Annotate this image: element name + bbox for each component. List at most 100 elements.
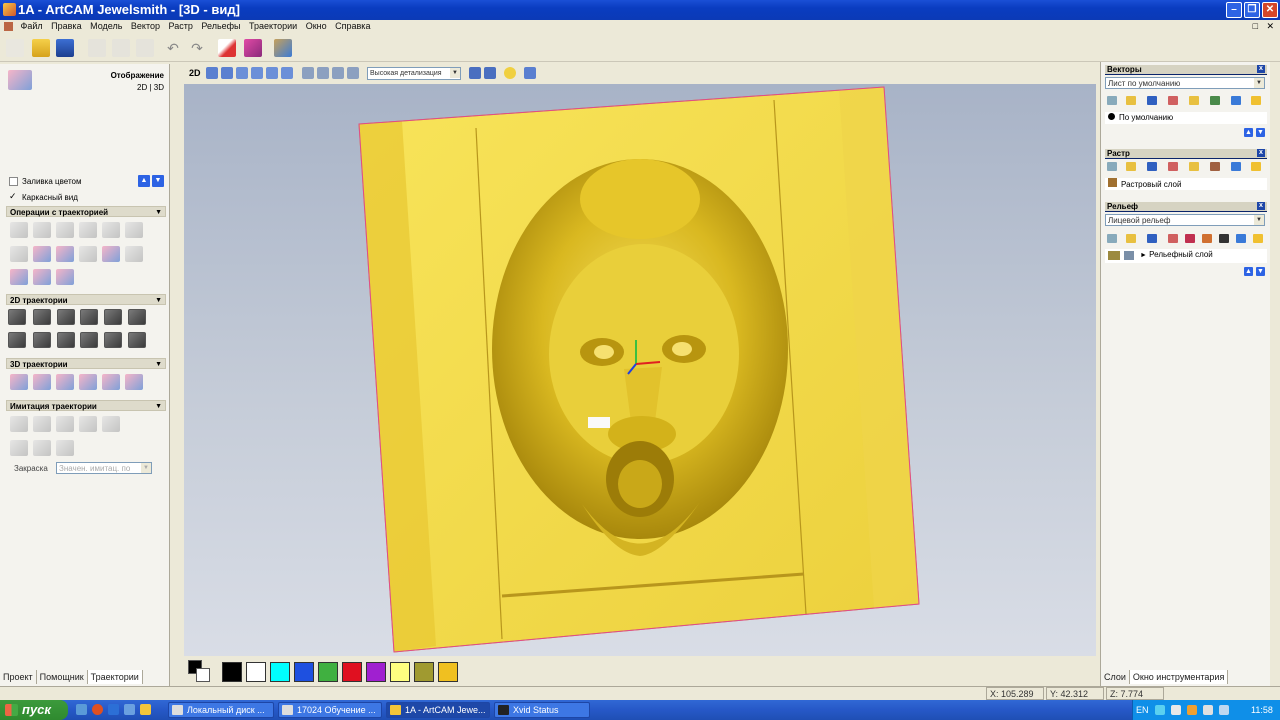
close-button[interactable]: ✕ (1262, 2, 1278, 18)
layer-light-icon[interactable] (1253, 234, 1263, 243)
toolpath-2d-icon[interactable] (80, 309, 98, 325)
display-mode-toggle[interactable]: 2D | 3D (100, 83, 164, 92)
color-fill-checkbox[interactable] (9, 177, 18, 186)
layer-down-button[interactable]: ▼ (1256, 128, 1265, 137)
zoom-fit-icon[interactable] (266, 67, 278, 79)
toolpath-op-icon[interactable] (79, 222, 97, 238)
layer-action-icon[interactable] (1210, 162, 1220, 171)
simulation-icon[interactable] (56, 416, 74, 432)
tab-project[interactable]: Проект (0, 670, 37, 684)
toolpath-op-icon[interactable] (10, 269, 28, 285)
layer-light-icon[interactable] (1251, 162, 1261, 171)
toolpath-3d-icon[interactable] (125, 374, 143, 390)
toolpath-2d-icon[interactable] (33, 332, 51, 348)
save-icon[interactable] (56, 39, 74, 57)
panel-close-icon[interactable]: x (1257, 149, 1265, 157)
toolpath-3d-icon[interactable] (102, 374, 120, 390)
toolpath-3d-icon[interactable] (10, 374, 28, 390)
quicklaunch-icon[interactable] (76, 704, 87, 715)
toolpath-2d-icon[interactable] (57, 309, 75, 325)
panel-close-icon[interactable]: x (1257, 65, 1265, 73)
toolpath-3d-icon[interactable] (56, 374, 74, 390)
layer-action-icon[interactable] (1168, 234, 1178, 243)
menu-model[interactable]: Модель (87, 20, 125, 33)
toolpath-op-icon[interactable] (56, 246, 74, 262)
layer-visibility-icon[interactable] (1108, 113, 1115, 120)
tab-layers[interactable]: Слои (1101, 670, 1130, 684)
toolpath-op-icon[interactable] (102, 222, 120, 238)
color-swatch[interactable] (294, 662, 314, 682)
toolpath-op-icon[interactable] (102, 246, 120, 262)
layer-delete-icon[interactable] (1236, 234, 1246, 243)
dropdown-arrow-icon[interactable]: ▼ (141, 463, 151, 473)
layer-action-icon[interactable] (1219, 234, 1229, 243)
toolpath-2d-icon[interactable] (33, 309, 51, 325)
toolpath-op-icon[interactable] (56, 222, 74, 238)
layer-action-icon[interactable] (1189, 96, 1199, 105)
taskbar-item[interactable]: Xvid Status (494, 702, 590, 718)
layer-action-icon[interactable] (1210, 96, 1220, 105)
layer-action-icon[interactable] (1168, 162, 1178, 171)
menu-reliefs[interactable]: Рельефы (198, 20, 243, 33)
taskbar-item[interactable]: 17024 Обучение ... (278, 702, 382, 718)
toolpath-2d-icon[interactable] (104, 332, 122, 348)
iso-view-icon[interactable] (302, 67, 314, 79)
menu-toolpaths[interactable]: Траектории (246, 20, 300, 33)
color-swatch[interactable] (414, 662, 434, 682)
section-simulation[interactable]: Имитация траектории ▼ (6, 400, 166, 411)
detail-level-select[interactable]: Высокая детализация ▼ (367, 67, 461, 80)
fg-bg-color-icon[interactable] (188, 660, 210, 682)
menu-raster[interactable]: Растр (166, 20, 196, 33)
eraser-icon[interactable] (244, 39, 262, 57)
quicklaunch-icon[interactable] (108, 704, 119, 715)
dropdown-arrow-icon[interactable]: ▼ (450, 68, 460, 78)
toolpath-2d-icon[interactable] (8, 332, 26, 348)
toolpath-op-icon[interactable] (79, 246, 97, 262)
layer-up-button[interactable]: ▲ (1244, 267, 1253, 276)
relief-select[interactable]: Лицевой рельеф ▼ (1105, 214, 1265, 226)
redo-icon[interactable]: ↷ (188, 39, 206, 57)
display-mode-icon[interactable] (8, 70, 32, 90)
mdi-restore-icon[interactable]: □ (1253, 20, 1258, 33)
color-swatch[interactable] (270, 662, 290, 682)
pan-icon[interactable] (206, 67, 218, 79)
expand-arrow-icon[interactable]: ► (1140, 252, 1147, 259)
zoom-window-icon[interactable] (281, 67, 293, 79)
color-swatch[interactable] (222, 662, 242, 682)
layer-action-icon[interactable] (1189, 162, 1199, 171)
taskbar-item[interactable]: Локальный диск ... (168, 702, 274, 718)
minimize-button[interactable]: – (1226, 2, 1242, 18)
layer-light-icon[interactable] (1251, 96, 1261, 105)
toolpath-2d-icon[interactable] (80, 332, 98, 348)
toolpath-op-icon[interactable] (125, 222, 143, 238)
toolpath-op-icon[interactable] (10, 246, 28, 262)
toolpath-op-icon[interactable] (33, 222, 51, 238)
taskbar-item-active[interactable]: 1A - ArtCAM Jewe... (386, 702, 490, 718)
save-layer-icon[interactable] (1147, 96, 1157, 105)
layer-up-button[interactable]: ▲ (1244, 128, 1253, 137)
collapse-arrow-icon[interactable]: ▼ (155, 295, 162, 306)
vector-sheet-select[interactable]: Лист по умолчанию ▼ (1105, 77, 1265, 89)
menu-help[interactable]: Справка (332, 20, 373, 33)
toolpath-2d-icon[interactable] (57, 332, 75, 348)
next-view-icon[interactable] (484, 67, 496, 79)
quicklaunch-icon[interactable] (92, 704, 103, 715)
prev-view-icon[interactable] (469, 67, 481, 79)
toolpath-2d-icon[interactable] (128, 332, 146, 348)
new-layer-icon[interactable] (1107, 234, 1117, 243)
move-icon[interactable] (221, 67, 233, 79)
open-layer-icon[interactable] (1126, 96, 1136, 105)
raster-layer-row[interactable]: Растровый слой (1105, 178, 1267, 190)
color-swatch[interactable] (246, 662, 266, 682)
tray-icon[interactable] (1155, 705, 1165, 715)
color-swatch[interactable] (390, 662, 410, 682)
toolpath-3d-icon[interactable] (79, 374, 97, 390)
layer-down-button[interactable]: ▼ (1256, 267, 1265, 276)
toolpath-2d-icon[interactable] (128, 309, 146, 325)
color-swatch[interactable] (438, 662, 458, 682)
zoom-out-icon[interactable] (251, 67, 263, 79)
tray-icon[interactable] (1171, 705, 1181, 715)
tab-assistant[interactable]: Помощник (37, 670, 88, 684)
save-layer-icon[interactable] (1147, 234, 1157, 243)
cursor-tool-icon[interactable] (524, 67, 536, 79)
